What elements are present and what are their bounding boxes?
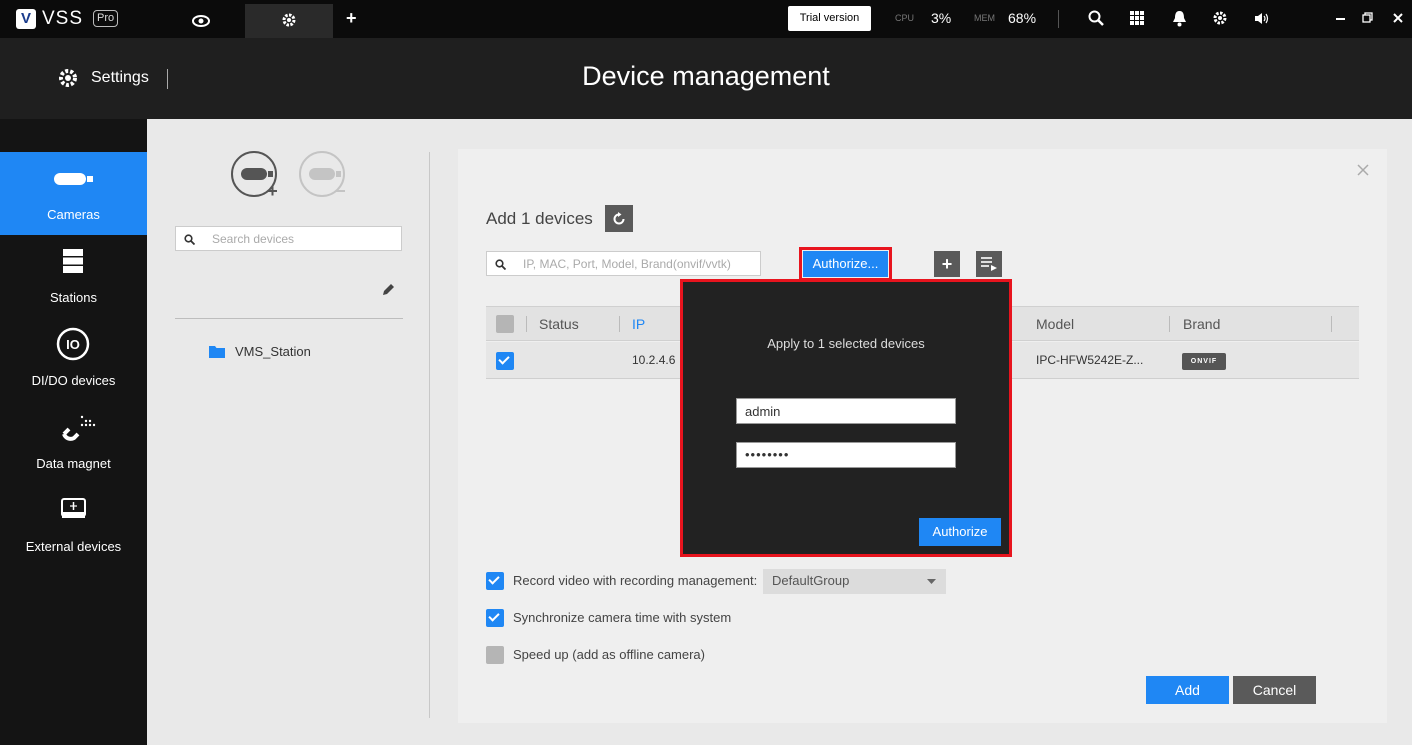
search-placeholder: Search devices — [212, 232, 295, 246]
sidebar-item-label: DI/DO devices — [31, 373, 116, 388]
recording-group-select[interactable]: DefaultGroup — [763, 569, 946, 594]
page-header: Settings Device management — [0, 38, 1412, 119]
onvif-badge: ONVIF — [1182, 353, 1226, 370]
import-list-button[interactable] — [976, 251, 1002, 277]
refresh-icon — [613, 212, 625, 225]
close-icon[interactable] — [1357, 164, 1369, 176]
password-field[interactable]: •••••••• — [736, 442, 956, 468]
svg-text:IO: IO — [66, 337, 80, 352]
minimize-icon[interactable] — [1336, 18, 1345, 20]
username-field[interactable]: admin — [736, 398, 956, 424]
list-add-icon — [981, 257, 997, 271]
usb-device-icon — [61, 498, 86, 518]
restore-icon[interactable] — [1362, 12, 1373, 23]
grid-icon[interactable] — [1130, 11, 1144, 25]
vss-logo-icon: V — [16, 9, 36, 29]
dialog-message: Apply to 1 selected devices — [767, 336, 925, 351]
bell-icon[interactable] — [1172, 10, 1187, 27]
column-header-ip[interactable]: IP — [632, 316, 645, 332]
chevron-down-icon — [927, 579, 936, 584]
folder-icon — [209, 346, 225, 358]
username-value: admin — [745, 404, 781, 419]
add-ip-button[interactable]: + — [934, 251, 960, 277]
authorize-button[interactable]: Authorize... — [803, 251, 888, 277]
page-title: Device management — [582, 61, 830, 91]
add-camera-icon[interactable] — [231, 151, 281, 201]
header-divider — [1169, 316, 1170, 332]
header-divider — [619, 316, 620, 332]
top-bar: V VSS Pro + Trial version CPU 3% MEM 68% — [0, 0, 1412, 38]
header-divider — [1331, 316, 1332, 332]
authorize-dialog: Apply to 1 selected devices admin ••••••… — [680, 279, 1012, 557]
refresh-button[interactable] — [605, 205, 633, 232]
row-model: IPC-HFW5242E-Z... — [1036, 353, 1144, 367]
remove-camera-icon[interactable] — [299, 151, 349, 201]
camera-icon — [54, 173, 93, 185]
gear-icon — [282, 13, 296, 27]
search-icon — [495, 259, 506, 270]
add-button[interactable]: Add — [1146, 676, 1229, 704]
panel-title: Add 1 devices — [486, 209, 593, 228]
filter-placeholder: IP, MAC, Port, Model, Brand(onvif/vvtk) — [523, 257, 731, 271]
divider — [1058, 10, 1059, 28]
select-all-checkbox[interactable] — [496, 315, 514, 333]
sidebar-item-cameras[interactable]: Cameras — [0, 152, 147, 235]
cpu-label: CPU — [895, 13, 915, 23]
trial-version-button[interactable]: Trial version — [788, 6, 871, 31]
cancel-button[interactable]: Cancel — [1233, 676, 1316, 704]
station-name: VMS_Station — [235, 344, 311, 359]
speed-up-checkbox[interactable] — [486, 646, 504, 664]
dialog-authorize-button[interactable]: Authorize — [919, 518, 1001, 546]
mem-label: MEM — [974, 13, 995, 23]
search-icon[interactable] — [1088, 10, 1104, 26]
app-name: VSS — [42, 8, 84, 29]
column-header-status[interactable]: Status — [539, 316, 579, 332]
sidebar: Cameras Stations IO DI/DO devices Data m… — [0, 119, 147, 745]
eye-icon — [192, 15, 210, 27]
sidebar-item-data-magnet[interactable]: Data magnet — [0, 401, 147, 484]
pro-badge: Pro — [93, 10, 119, 27]
row-checkbox[interactable] — [496, 352, 514, 370]
add-tab-button[interactable]: + — [346, 8, 362, 28]
search-icon — [184, 234, 195, 245]
close-icon[interactable] — [1393, 13, 1403, 23]
recording-group-value: DefaultGroup — [772, 573, 850, 588]
pencil-icon[interactable] — [382, 283, 395, 296]
authorize-highlight: Authorize... — [799, 247, 892, 281]
mem-value: 68% — [1008, 10, 1037, 26]
header-divider — [526, 316, 527, 332]
column-header-brand[interactable]: Brand — [1183, 316, 1220, 332]
sidebar-item-label: Cameras — [47, 207, 100, 222]
volume-icon[interactable] — [1254, 12, 1270, 25]
column-header-model[interactable]: Model — [1036, 316, 1074, 332]
tab-settings[interactable] — [245, 4, 333, 38]
sync-time-checkbox[interactable] — [486, 609, 504, 627]
sidebar-item-dido[interactable]: IO DI/DO devices — [0, 318, 147, 401]
server-icon — [63, 249, 83, 273]
sidebar-item-label: Data magnet — [36, 456, 111, 471]
device-search-input[interactable]: Search devices — [175, 226, 402, 251]
io-icon: IO — [56, 327, 90, 361]
cpu-value: 3% — [931, 10, 952, 26]
device-filter-input[interactable]: IP, MAC, Port, Model, Brand(onvif/vvtk) — [486, 251, 761, 276]
password-value: •••••••• — [745, 447, 790, 462]
record-video-label: Record video with recording management: — [513, 573, 758, 588]
column-divider — [429, 152, 430, 718]
speed-up-label: Speed up (add as offline camera) — [513, 647, 705, 662]
sidebar-item-stations[interactable]: Stations — [0, 235, 147, 318]
sidebar-item-label: External devices — [25, 539, 122, 554]
record-video-checkbox[interactable] — [486, 572, 504, 590]
tree-item-station[interactable]: VMS_Station — [209, 342, 359, 362]
sidebar-item-label: Stations — [50, 290, 97, 305]
tab-liveview[interactable] — [180, 4, 224, 38]
gear-icon[interactable] — [1212, 10, 1228, 26]
sidebar-item-external-devices[interactable]: External devices — [0, 484, 147, 567]
tree-divider — [175, 318, 403, 319]
row-ip: 10.2.4.6 — [632, 353, 676, 367]
magnet-icon — [62, 415, 96, 441]
sync-time-label: Synchronize camera time with system — [513, 610, 732, 625]
